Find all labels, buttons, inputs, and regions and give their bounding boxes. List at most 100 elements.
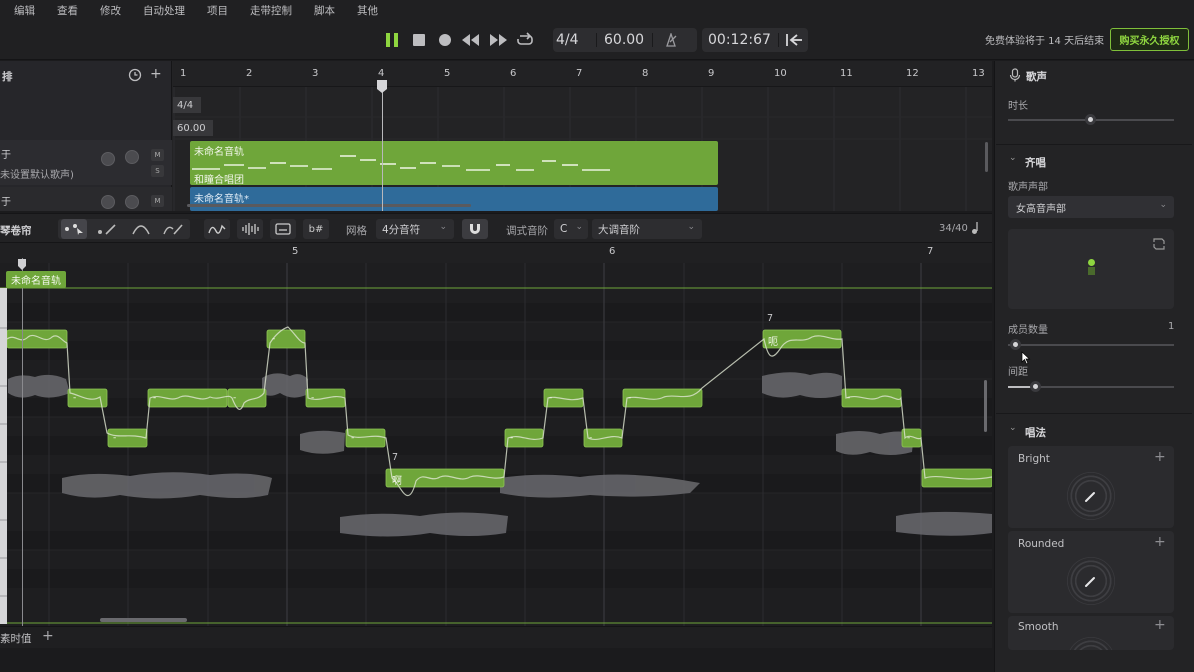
spacing-slider-thumb[interactable] (1030, 381, 1041, 392)
volume-knob[interactable] (101, 152, 115, 166)
voice-position-pad[interactable] (1008, 229, 1174, 309)
chevron-down-icon: ⌄ (439, 222, 447, 232)
piano-roll-ruler[interactable]: 5 6 7 (0, 243, 992, 263)
clip-unnamed-track[interactable]: 未命名音轨 和瞳合唱团 (190, 141, 718, 186)
time-signature-marker[interactable]: 4/4 (173, 97, 201, 113)
add-style-button[interactable]: + (1154, 534, 1166, 550)
loop-button[interactable] (514, 29, 536, 51)
grid-select[interactable]: 4分音符 ⌄ (376, 219, 454, 239)
rewind-button[interactable] (460, 29, 482, 51)
pitch-tool-button[interactable] (128, 219, 154, 239)
select-tool-icon (65, 224, 83, 235)
voice-part-value: 女高音声部 (1016, 203, 1066, 215)
menu-edit[interactable]: 编辑 (14, 3, 35, 18)
key-select[interactable]: C ⌄ (554, 219, 588, 239)
member-count-slider-track[interactable] (1008, 344, 1174, 346)
accidental-toggle[interactable]: b# (303, 219, 329, 239)
smooth-knob[interactable] (1067, 637, 1115, 650)
bar-number: 3 (312, 68, 319, 79)
record-button[interactable] (434, 29, 456, 51)
track-tag[interactable]: 未命名音轨 (6, 271, 66, 288)
track-header-panel: 排 + 于 未设置默认歌声) M S 于 M (0, 61, 172, 211)
stop-button[interactable] (408, 29, 430, 51)
piano-roll-title: 琴卷帘 (0, 225, 32, 237)
voice-part-select[interactable]: 女高音声部 ⌄ (1008, 196, 1174, 218)
time-mode-button[interactable] (785, 32, 803, 51)
piano-roll-hscroll[interactable] (100, 618, 187, 622)
rewind-icon (462, 34, 479, 46)
pan-knob[interactable] (125, 195, 139, 209)
voice-position-dot[interactable] (1088, 259, 1095, 266)
note-counter: 34/40 (939, 223, 968, 234)
menu-transport[interactable]: 走带控制 (250, 3, 292, 18)
menu-auto[interactable]: 自动处理 (143, 3, 185, 18)
chorus-section-title[interactable]: 齐唱 (1025, 155, 1046, 170)
tempo-marker[interactable]: 60.00 (173, 120, 213, 136)
fast-forward-button[interactable] (487, 29, 509, 51)
note-lyric: - (233, 393, 237, 403)
draw-pitch-tool-button[interactable] (160, 219, 186, 239)
clip-subtitle: 和瞳合唱团 (194, 175, 244, 186)
pitch-curve-toggle[interactable] (204, 219, 230, 239)
add-style-button[interactable]: + (1154, 617, 1166, 633)
menu-script[interactable]: 脚本 (314, 3, 335, 18)
arrangement-ruler[interactable]: 1 2 3 4 5 6 7 8 9 10 11 12 13 (173, 61, 992, 87)
knob-indicator (1085, 492, 1095, 502)
piano-roll[interactable]: - - - - - - - - - - - - - 啊 呃 7 7 (0, 243, 992, 626)
note-marker: 7 (392, 452, 399, 463)
time-signature-value[interactable]: 4/4 (556, 32, 579, 48)
refresh-icon[interactable] (1152, 237, 1166, 251)
metronome-button[interactable] (664, 31, 678, 50)
clip-unnamed-track-copy[interactable]: 未命名音轨* (190, 187, 718, 211)
piano-roll-vscroll[interactable] (984, 380, 987, 432)
chevron-down-icon[interactable]: ⌄ (1009, 153, 1017, 163)
lcd-divider (596, 33, 597, 47)
scale-select[interactable]: 大调音阶 ⌄ (592, 219, 702, 239)
bar-number: 5 (292, 246, 299, 257)
singing-style-title[interactable]: 唱法 (1025, 425, 1046, 440)
key-value: C (560, 223, 568, 235)
snap-magnet-button[interactable] (462, 219, 488, 239)
lyrics-toggle[interactable] (270, 219, 296, 239)
add-track-button[interactable]: + (150, 66, 162, 82)
arrangement-scrollbar[interactable] (187, 204, 471, 207)
note-icon-button[interactable] (970, 221, 980, 238)
history-button[interactable] (128, 68, 142, 85)
mute-button[interactable]: M (151, 195, 164, 207)
duration-slider-thumb[interactable] (1085, 114, 1096, 125)
note-lyric: - (73, 393, 77, 403)
pen-tool-button[interactable] (94, 219, 120, 239)
bar-number: 6 (609, 246, 616, 257)
menu-other[interactable]: 其他 (357, 3, 378, 18)
select-tool-button[interactable] (61, 219, 87, 239)
playhead-handle[interactable] (377, 80, 388, 94)
bar-number: 10 (774, 68, 787, 79)
mute-button[interactable]: M (151, 149, 164, 161)
menu-modify[interactable]: 修改 (100, 3, 121, 18)
pause-button[interactable] (381, 29, 403, 51)
divider (996, 144, 1192, 145)
bright-knob[interactable] (1067, 472, 1115, 520)
piano-roll-playhead-handle[interactable] (18, 259, 27, 271)
chevron-down-icon[interactable]: ⌄ (1009, 423, 1017, 433)
tempo-value[interactable]: 60.00 (604, 32, 644, 48)
pan-knob[interactable] (125, 150, 139, 164)
rounded-knob[interactable] (1067, 557, 1115, 605)
menu-project[interactable]: 项目 (207, 3, 228, 18)
menu-view[interactable]: 查看 (57, 3, 78, 18)
arrangement-vscroll[interactable] (985, 142, 988, 172)
add-style-button[interactable]: + (1154, 449, 1166, 465)
solo-button[interactable]: S (151, 165, 164, 177)
note-lyric: - (113, 433, 117, 443)
volume-knob[interactable] (101, 195, 115, 209)
loop-icon (517, 32, 533, 45)
note-duration-label[interactable]: 素时值 (0, 631, 32, 646)
member-count-slider-thumb[interactable] (1010, 339, 1021, 350)
waveform-toggle[interactable] (237, 219, 263, 239)
add-parameter-button[interactable]: + (42, 628, 54, 644)
track-row-2[interactable]: 于 M (0, 187, 172, 211)
piano-keys[interactable] (0, 288, 7, 624)
track-row-1[interactable]: 于 未设置默认歌声) M S (0, 140, 172, 185)
buy-license-button[interactable]: 购买永久授权 (1110, 28, 1189, 51)
note-lyric: - (628, 393, 632, 403)
